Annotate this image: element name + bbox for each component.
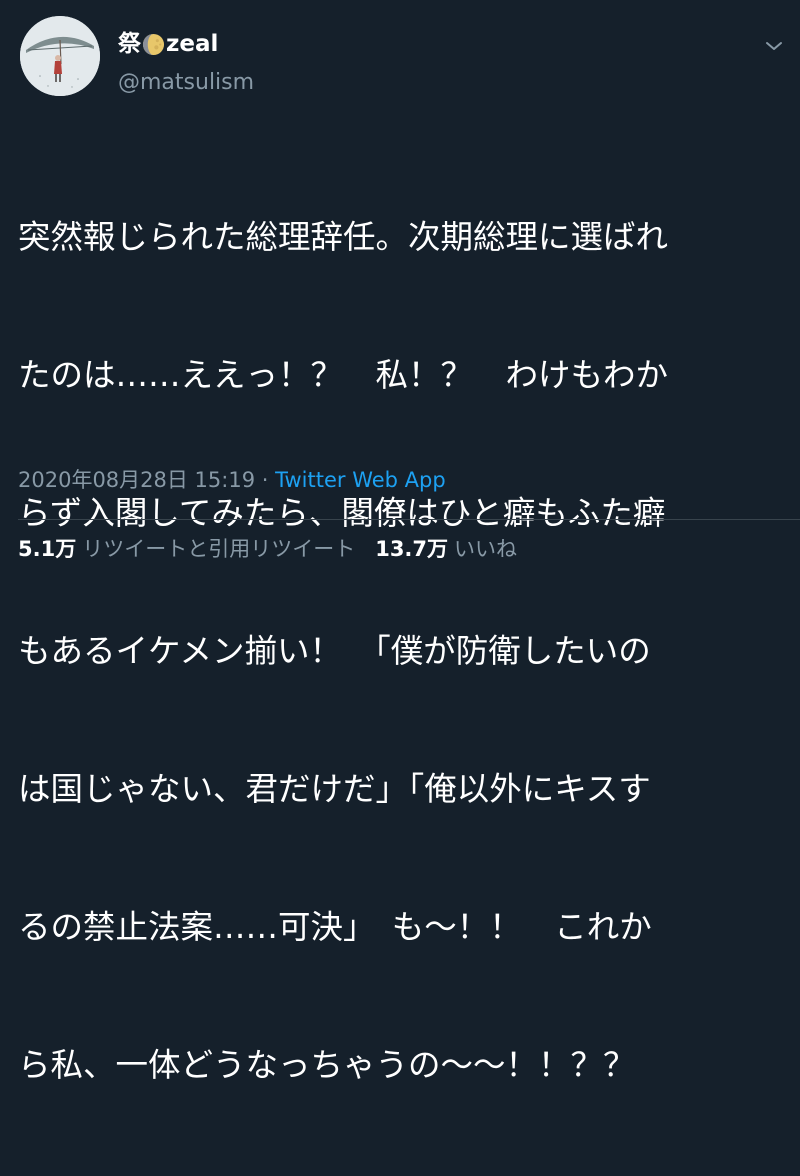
tweet-text-line: は国じゃない、君だけだ」「俺以外にキスす: [18, 770, 651, 808]
tweet-text-line: るの禁止法案……可決」 も〜！！ これか: [18, 908, 652, 946]
tweet-text-line: らず入閣してみたら、閣僚はひと癖もふた癖: [18, 494, 666, 532]
tweet-meta: 2020年08月28日 15:19 · Twitter Web App: [18, 464, 446, 496]
like-label: いいね: [454, 537, 518, 561]
tweet-text-line: ら私、一体どうなっちゃうの〜〜！！？？: [18, 1046, 636, 1084]
tweet-card: 祭 zeal @matsulism 突然報じられた総理辞任。次期総理に選ばれ た…: [0, 0, 800, 1084]
tweet-text-line: もあるイケメン揃い！ 「僕が防衛したいの: [18, 632, 651, 670]
retweet-count: 5.1万: [18, 537, 77, 561]
chevron-down-icon[interactable]: [762, 36, 786, 56]
tweet-stats: 5.1万 リツイートと引用リツイート 13.7万 いいね: [18, 533, 517, 565]
tweet-source-link[interactable]: Twitter Web App: [275, 468, 446, 492]
meta-separator: ·: [261, 468, 276, 492]
tweet-text-line: 突然報じられた総理辞任。次期総理に選ばれ: [18, 218, 669, 256]
avatar-image: [20, 16, 100, 96]
avatar[interactable]: [20, 16, 100, 96]
divider: [18, 519, 800, 520]
retweet-label: リツイートと引用リツイート: [82, 537, 356, 561]
tweet-text-line: たのは……ええっ！？ 私！？ わけもわか: [18, 356, 669, 394]
moon-icon: [142, 33, 165, 56]
display-name-prefix: 祭: [118, 31, 141, 57]
tweet-timestamp[interactable]: 2020年08月28日 15:19: [18, 468, 255, 492]
user-handle[interactable]: @matsulism: [118, 68, 254, 98]
display-name[interactable]: 祭 zeal: [118, 28, 218, 60]
likes-stat[interactable]: 13.7万 いいね: [375, 533, 517, 565]
display-name-suffix: zeal: [166, 31, 219, 57]
like-count: 13.7万: [375, 537, 449, 561]
tweet-text: 突然報じられた総理辞任。次期総理に選ばれ たのは……ええっ！？ 私！？ わけもわ…: [18, 122, 786, 1176]
retweets-stat[interactable]: 5.1万 リツイートと引用リツイート: [18, 533, 355, 565]
